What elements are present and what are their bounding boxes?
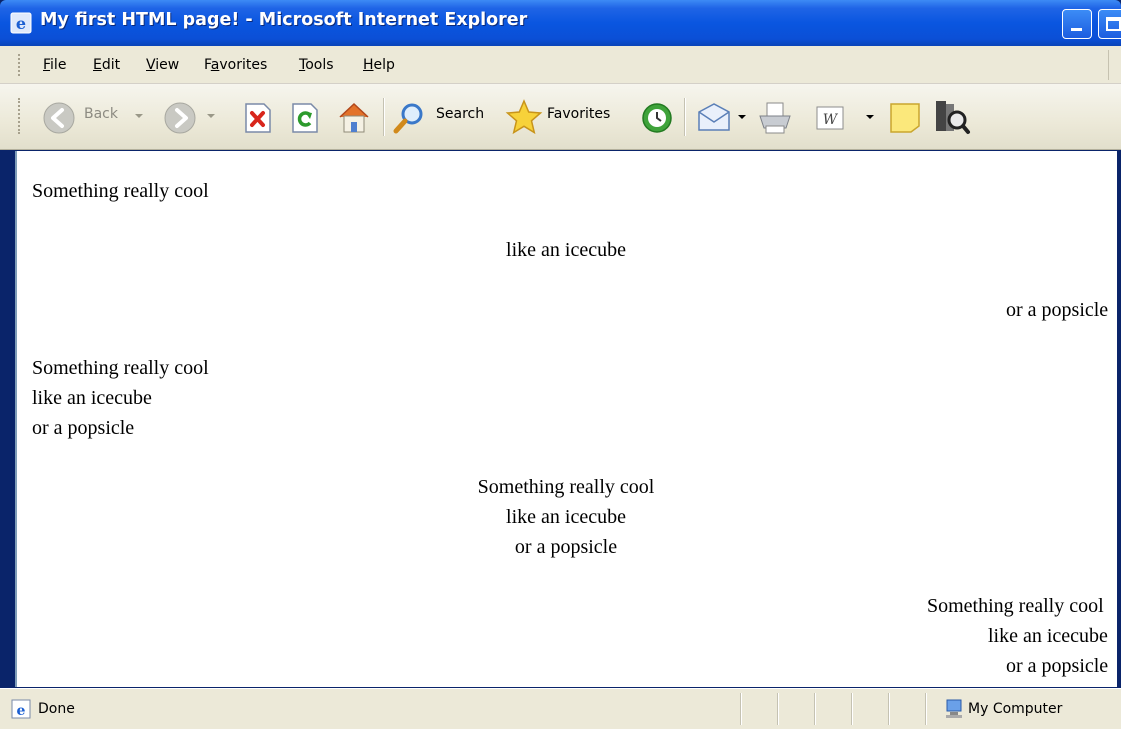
note-icon[interactable]	[888, 101, 922, 135]
security-zone: My Computer	[968, 701, 1063, 717]
block4-line-1: Something really cool	[927, 595, 1104, 617]
ie-icon: e	[10, 12, 32, 34]
stop-icon[interactable]	[243, 102, 273, 134]
menu-edit[interactable]: Edit	[93, 57, 120, 73]
menu-help[interactable]: Help	[363, 57, 395, 73]
block2-line-3: or a popsicle	[32, 417, 135, 439]
block3-line-3: or a popsicle	[514, 536, 618, 558]
status-text: Done	[38, 701, 75, 717]
menu-file[interactable]: File	[43, 57, 66, 73]
maximize-button[interactable]	[1098, 9, 1121, 39]
status-divider	[888, 693, 890, 725]
toolbar-grip[interactable]	[18, 98, 20, 134]
block3-line-1: Something really cool	[477, 476, 655, 498]
block2-line-2: like an icecube	[32, 387, 152, 409]
refresh-icon[interactable]	[290, 102, 320, 134]
menu-view[interactable]: View	[146, 57, 179, 73]
page-done-icon: e	[11, 699, 31, 719]
browser-window: e My first HTML page! - Microsoft Intern…	[0, 0, 1121, 729]
status-divider	[851, 693, 853, 725]
status-divider	[925, 693, 927, 725]
history-icon[interactable]	[640, 101, 674, 135]
block1-center-text: like an icecube	[506, 239, 626, 261]
research-icon[interactable]	[933, 98, 971, 136]
back-icon[interactable]	[42, 101, 76, 135]
edit-word-icon[interactable]: W	[815, 104, 845, 132]
block1-left-text: Something really cool	[32, 180, 209, 202]
menu-favorites[interactable]: Favorites	[204, 57, 267, 73]
mail-dropdown-icon[interactable]	[738, 115, 746, 119]
home-icon[interactable]	[336, 100, 372, 134]
status-divider	[814, 693, 816, 725]
svg-text:e: e	[17, 703, 26, 719]
standard-toolbar: Back Search Favorites W	[0, 84, 1121, 150]
block2-line-1: Something really cool	[32, 357, 209, 379]
page-content: Something really cool like an icecube or…	[15, 151, 1117, 687]
mail-icon[interactable]	[696, 100, 732, 136]
menu-bar: File Edit View Favorites Tools Help	[0, 46, 1121, 84]
svg-text:e: e	[16, 14, 26, 33]
status-bar: e Done My Computer	[0, 688, 1121, 729]
svg-text:W: W	[823, 112, 839, 128]
block4-line-3: or a popsicle	[1006, 655, 1109, 677]
minimize-button[interactable]	[1062, 9, 1092, 39]
status-divider	[740, 693, 742, 725]
title-bar[interactable]: e My first HTML page! - Microsoft Intern…	[0, 0, 1121, 46]
toolbar-separator	[383, 98, 385, 136]
back-button[interactable]: Back	[84, 106, 118, 122]
block3-line-2: like an icecube	[506, 506, 626, 528]
menu-grip[interactable]	[18, 54, 20, 76]
forward-icon[interactable]	[163, 101, 197, 135]
favorites-star-icon[interactable]	[505, 98, 543, 136]
edit-dropdown-icon[interactable]	[866, 115, 874, 119]
my-computer-icon	[946, 699, 962, 718]
status-divider	[777, 693, 779, 725]
menu-tools[interactable]: Tools	[299, 57, 334, 73]
maximize-icon	[1106, 17, 1121, 31]
window-title: My first HTML page! - Microsoft Internet…	[40, 10, 528, 30]
back-dropdown-icon[interactable]	[135, 114, 143, 118]
forward-dropdown-icon[interactable]	[207, 114, 215, 118]
menu-separator	[1108, 50, 1109, 80]
block4-line-2: like an icecube	[988, 625, 1108, 647]
toolbar-separator	[684, 98, 686, 136]
favorites-button[interactable]: Favorites	[547, 106, 610, 122]
search-icon[interactable]	[392, 100, 428, 136]
print-icon[interactable]	[756, 100, 794, 136]
search-button[interactable]: Search	[436, 106, 484, 122]
minimize-icon	[1071, 28, 1082, 31]
block1-right-text: or a popsicle	[1006, 299, 1109, 321]
